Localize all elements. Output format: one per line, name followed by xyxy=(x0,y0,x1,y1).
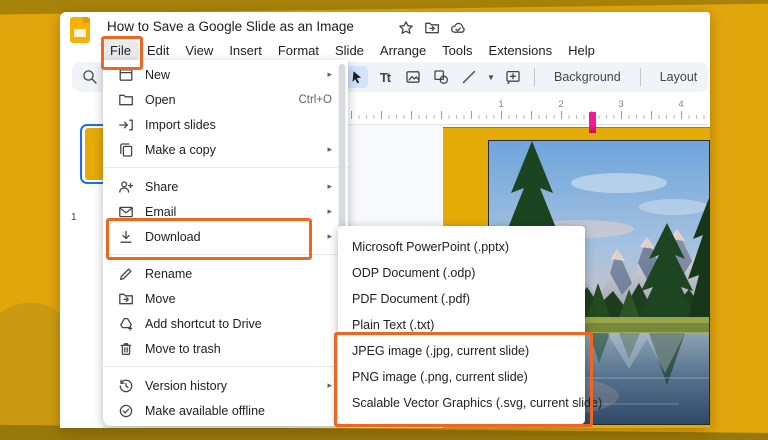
submenu-arrow-icon: ▸ xyxy=(327,380,332,390)
menu-item-add-shortcut-to-drive[interactable]: Add shortcut to Drive xyxy=(103,311,348,336)
menu-help[interactable]: Help xyxy=(560,41,603,60)
menu-scrollbar-thumb[interactable] xyxy=(339,64,345,248)
history-icon xyxy=(118,378,134,394)
menu-divider xyxy=(103,361,348,373)
file-highlight-box xyxy=(101,36,143,70)
slide-number: 1 xyxy=(71,212,77,223)
menu-arrange[interactable]: Arrange xyxy=(372,41,434,60)
menu-view[interactable]: View xyxy=(177,41,221,60)
move-folder-icon xyxy=(118,291,134,307)
menu-item-move-to-trash[interactable]: Move to trash xyxy=(103,336,348,361)
search-icon[interactable] xyxy=(81,68,99,86)
select-cursor-icon[interactable] xyxy=(346,66,368,88)
slides-logo[interactable] xyxy=(69,17,91,43)
submenu-arrow-icon: ▸ xyxy=(327,206,332,216)
submenu-item-odp[interactable]: ODP Document (.odp) xyxy=(338,260,585,286)
submenu-arrow-icon: ▸ xyxy=(327,144,332,154)
menu-extensions[interactable]: Extensions xyxy=(481,41,561,60)
submenu-arrow-icon: ▸ xyxy=(327,69,332,79)
download-highlight-box xyxy=(106,218,312,260)
menu-edit[interactable]: Edit xyxy=(139,41,177,60)
line-icon[interactable] xyxy=(458,66,480,88)
layout-button[interactable]: Layout xyxy=(651,66,707,88)
menu-item-version-history[interactable]: Version history ▸ xyxy=(103,373,348,398)
folder-icon xyxy=(118,92,134,108)
menu-item-import-slides[interactable]: Import slides xyxy=(103,112,348,137)
comment-add-icon[interactable] xyxy=(502,66,524,88)
pencil-icon xyxy=(118,266,134,282)
offline-check-icon xyxy=(118,403,134,419)
horizontal-ruler: 1 2 3 4 xyxy=(300,96,708,125)
background-button[interactable]: Background xyxy=(545,66,630,88)
toolbar-tools: Tt ▼ Background Layout Theme xyxy=(346,62,710,92)
ruler-number: 3 xyxy=(618,99,624,110)
menu-item-rename[interactable]: Rename xyxy=(103,261,348,286)
move-folder-icon[interactable] xyxy=(424,20,440,36)
toolbar-divider xyxy=(534,68,535,86)
menu-item-make-a-copy[interactable]: Make a copy ▸ xyxy=(103,137,348,162)
copy-icon xyxy=(118,142,134,158)
image-icon[interactable] xyxy=(402,66,424,88)
drive-add-icon xyxy=(118,316,134,332)
text-box-tool[interactable]: Tt xyxy=(374,66,396,88)
chevron-down-icon[interactable]: ▼ xyxy=(486,73,496,82)
person-add-icon xyxy=(118,179,134,195)
shortcut-label: Ctrl+O xyxy=(298,93,332,106)
google-slides-window: How to Save a Google Slide as an Image F… xyxy=(60,12,710,428)
ruler-number: 2 xyxy=(558,99,564,110)
ruler-ticks-major xyxy=(300,111,708,119)
menu-divider xyxy=(103,162,348,174)
ruler-marker xyxy=(589,112,596,133)
cloud-check-icon[interactable] xyxy=(450,20,466,36)
submenu-arrow-icon: ▸ xyxy=(327,181,332,191)
menu-tools[interactable]: Tools xyxy=(434,41,480,60)
submenu-item-pptx[interactable]: Microsoft PowerPoint (.pptx) xyxy=(338,234,585,260)
image-formats-highlight-box xyxy=(334,332,593,427)
star-icon[interactable] xyxy=(398,20,414,36)
menu-item-move[interactable]: Move xyxy=(103,286,348,311)
ruler-number: 1 xyxy=(498,99,504,110)
tutorial-frame: How to Save a Google Slide as an Image F… xyxy=(0,0,768,440)
menu-insert[interactable]: Insert xyxy=(221,41,270,60)
menu-format[interactable]: Format xyxy=(270,41,327,60)
shape-icon[interactable] xyxy=(430,66,452,88)
menu-slide[interactable]: Slide xyxy=(327,41,372,60)
trash-icon xyxy=(118,341,134,357)
import-icon xyxy=(118,117,134,133)
document-title[interactable]: How to Save a Google Slide as an Image xyxy=(107,19,354,34)
toolbar-divider xyxy=(639,68,641,86)
submenu-arrow-icon: ▸ xyxy=(327,231,332,241)
menu-item-make-available-offline[interactable]: Make available offline xyxy=(103,398,348,423)
menu-item-open[interactable]: Open Ctrl+O xyxy=(103,87,348,112)
menu-item-share[interactable]: Share ▸ xyxy=(103,174,348,199)
menu-bar: File Edit View Insert Format Slide Arran… xyxy=(102,39,603,61)
ruler-number: 4 xyxy=(678,99,684,110)
submenu-item-pdf[interactable]: PDF Document (.pdf) xyxy=(338,286,585,312)
